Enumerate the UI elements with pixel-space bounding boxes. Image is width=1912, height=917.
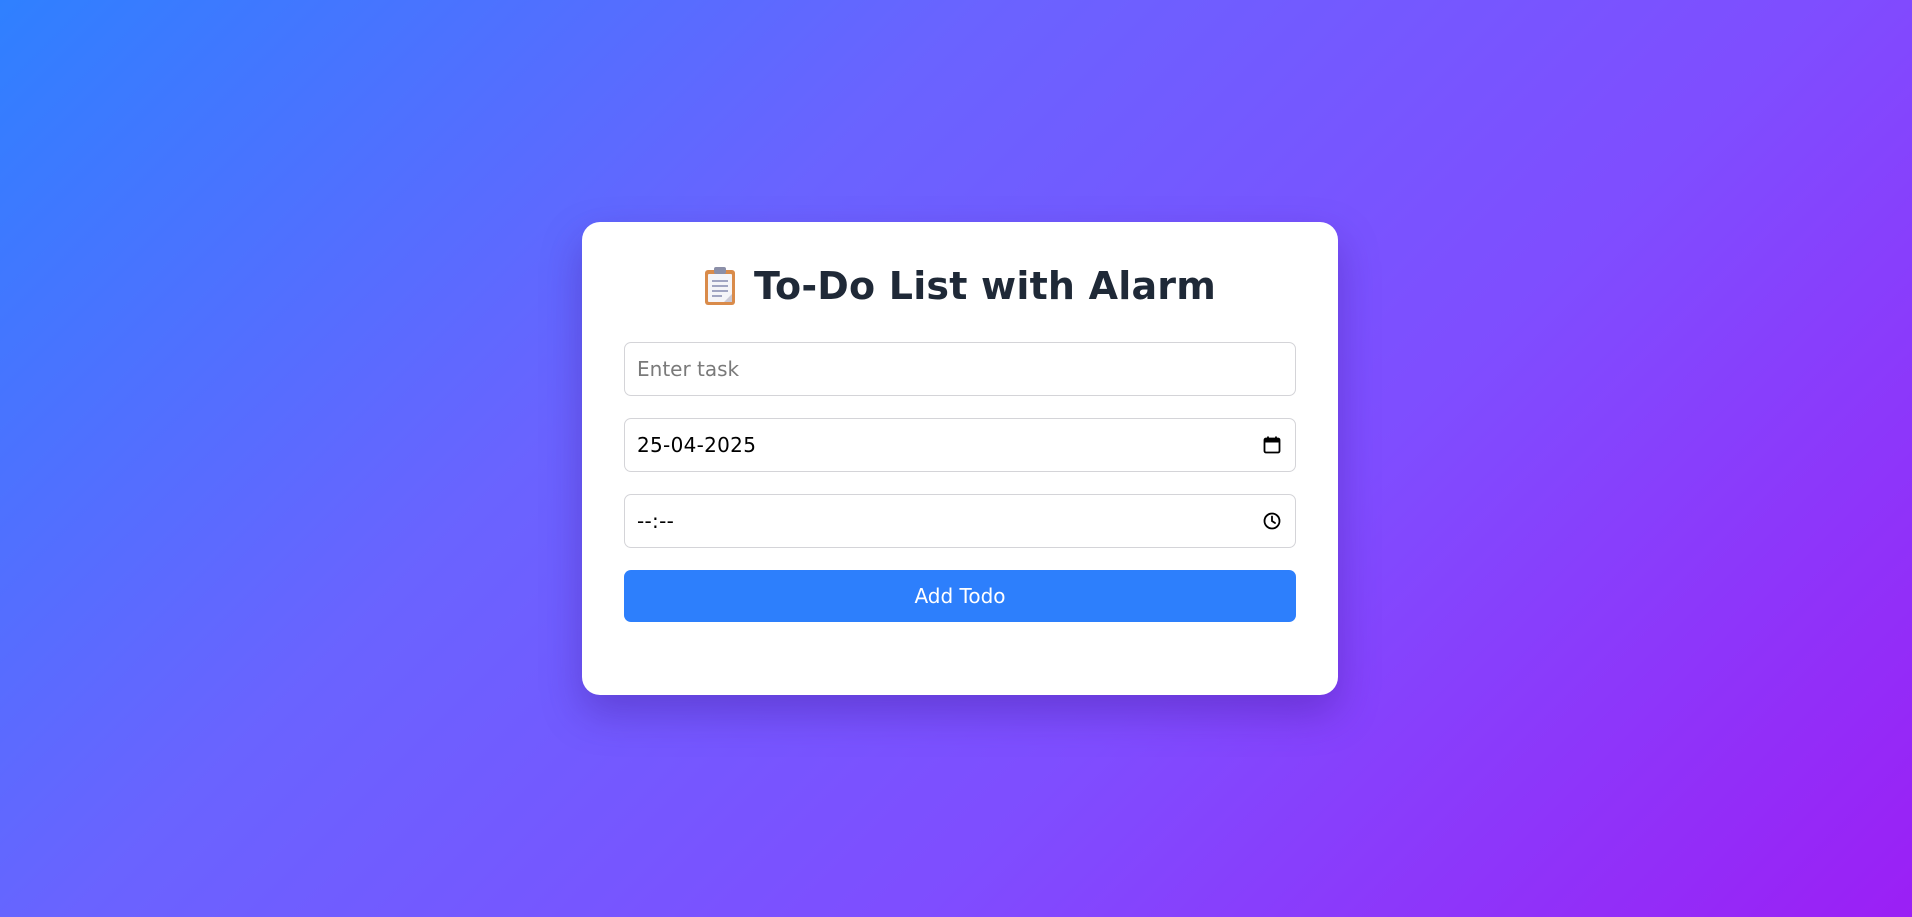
date-field[interactable]: 25-04-2025 bbox=[624, 418, 1296, 472]
time-field[interactable]: --:-- bbox=[624, 494, 1296, 548]
date-value[interactable]: 25-04-2025 bbox=[637, 433, 1261, 457]
time-value[interactable]: --:-- bbox=[637, 509, 1261, 533]
task-input[interactable] bbox=[637, 357, 1283, 381]
calendar-icon[interactable] bbox=[1261, 434, 1283, 456]
task-field[interactable] bbox=[624, 342, 1296, 396]
page-title: To-Do List with Alarm bbox=[753, 264, 1217, 308]
header: To-Do List with Alarm bbox=[582, 266, 1338, 306]
clipboard-icon bbox=[704, 266, 736, 306]
add-todo-button[interactable]: Add Todo bbox=[624, 570, 1296, 622]
clock-icon[interactable] bbox=[1261, 510, 1283, 532]
todo-card: To-Do List with Alarm 25-04-2025 --:-- A… bbox=[582, 222, 1338, 695]
